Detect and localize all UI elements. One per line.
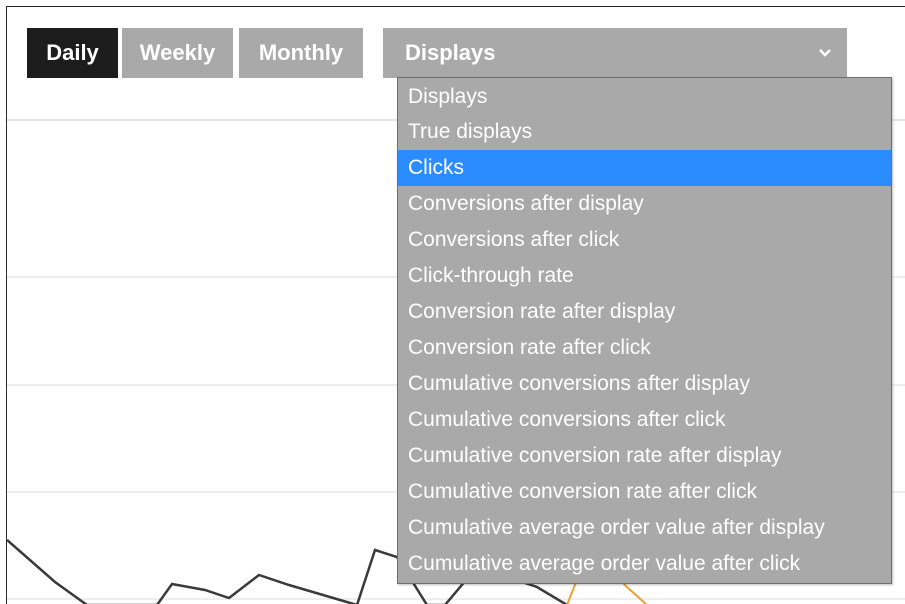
metric-select-value: Displays bbox=[405, 40, 496, 65]
dropdown-option-displays[interactable]: Displays bbox=[398, 80, 891, 114]
dropdown-option-conversions-after-display[interactable]: Conversions after display bbox=[398, 186, 891, 222]
tab-weekly[interactable]: Weekly bbox=[122, 28, 233, 78]
dropdown-option-cumulative-conversion-rate-after-click[interactable]: Cumulative conversion rate after click bbox=[398, 474, 891, 510]
dropdown-option-cumulative-aov-after-display[interactable]: Cumulative average order value after dis… bbox=[398, 510, 891, 546]
metric-select[interactable]: Displays bbox=[383, 28, 847, 78]
chart-panel: Daily Weekly Monthly Displays Displays T… bbox=[6, 6, 905, 604]
metric-dropdown-list: Displays True displays Clicks Conversion… bbox=[397, 77, 892, 584]
tab-monthly[interactable]: Monthly bbox=[239, 28, 363, 78]
chevron-down-icon bbox=[815, 28, 835, 78]
dropdown-option-click-through-rate[interactable]: Click-through rate bbox=[398, 258, 891, 294]
dropdown-option-cumulative-aov-after-click[interactable]: Cumulative average order value after cli… bbox=[398, 546, 891, 582]
tab-daily[interactable]: Daily bbox=[27, 28, 118, 78]
dropdown-option-conversion-rate-after-display[interactable]: Conversion rate after display bbox=[398, 294, 891, 330]
dropdown-option-conversion-rate-after-click[interactable]: Conversion rate after click bbox=[398, 330, 891, 366]
dropdown-option-true-displays[interactable]: True displays bbox=[398, 114, 891, 150]
dropdown-option-clicks[interactable]: Clicks bbox=[398, 150, 891, 186]
dropdown-option-cumulative-conversion-rate-after-display[interactable]: Cumulative conversion rate after display bbox=[398, 438, 891, 474]
dropdown-option-cumulative-conversions-after-click[interactable]: Cumulative conversions after click bbox=[398, 402, 891, 438]
dropdown-option-conversions-after-click[interactable]: Conversions after click bbox=[398, 222, 891, 258]
dropdown-option-cumulative-conversions-after-display[interactable]: Cumulative conversions after display bbox=[398, 366, 891, 402]
